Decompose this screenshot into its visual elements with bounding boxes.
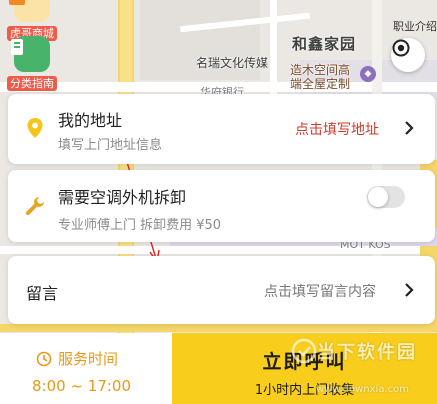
message-title: 留言 [26, 284, 59, 303]
clock-icon [36, 351, 52, 366]
ac-removal-title: 需要空调外机拆卸 [58, 188, 187, 207]
address-subtitle: 填写上门地址信息 [58, 138, 163, 153]
toggle-knob [368, 187, 388, 207]
map-label-mingrui: 名瑞文化传媒 [196, 56, 269, 70]
watermark-logo-icon [291, 338, 317, 364]
map-poi-icon[interactable]: ◆ [360, 66, 376, 82]
ac-removal-subtitle: 专业师傅上门 拆卸费用 ¥50 [58, 218, 222, 233]
guide-book-icon [11, 36, 50, 72]
message-input-hint[interactable]: 点击填写留言内容 [264, 281, 376, 301]
ac-removal-toggle[interactable] [367, 186, 405, 208]
wrench-icon [25, 197, 44, 216]
chevron-right-icon [405, 283, 414, 297]
service-time-label: 服务时间 [58, 350, 119, 368]
watermark-brand: 当下软件园 [317, 342, 417, 363]
address-card[interactable]: 我的地址 填写上门地址信息 点击填写地址 [8, 94, 435, 164]
message-card[interactable]: 留言 点击填写留言内容 [8, 256, 435, 324]
ac-removal-card[interactable]: 需要空调外机拆卸 专业师傅上门 拆卸费用 ¥50 [8, 170, 435, 242]
service-time-panel[interactable]: 服务时间 8:00 ~ 17:00 [0, 333, 172, 404]
location-pin-icon [27, 118, 43, 138]
locate-button[interactable] [391, 38, 425, 72]
map-label-hexin: 和鑫家园 [292, 35, 357, 53]
watermark: 当下软件园 www.downxia.com [291, 338, 417, 395]
service-time-range: 8:00 ~ 17:00 [32, 377, 132, 395]
tuijian-app[interactable]: 虎哥商城 [6, 0, 58, 41]
market-shortcut[interactable]: 职业介绍 [393, 0, 437, 34]
map-label-zaowu-1: 造木空间高 [290, 63, 351, 77]
fill-address-link[interactable]: 点击填写地址 [295, 119, 379, 139]
watermark-url: www.downxia.com [315, 384, 409, 395]
guide-label: 分类指南 [7, 76, 57, 91]
locate-icon [392, 39, 410, 57]
map-label-zaowu-2: 端全屋定制 [290, 77, 351, 91]
chevron-right-icon [405, 121, 414, 135]
shop-icon [9, 0, 50, 22]
market-label: 职业介绍 [393, 20, 437, 33]
address-title: 我的地址 [58, 111, 123, 130]
guide-app[interactable]: 分类指南 [6, 36, 58, 91]
